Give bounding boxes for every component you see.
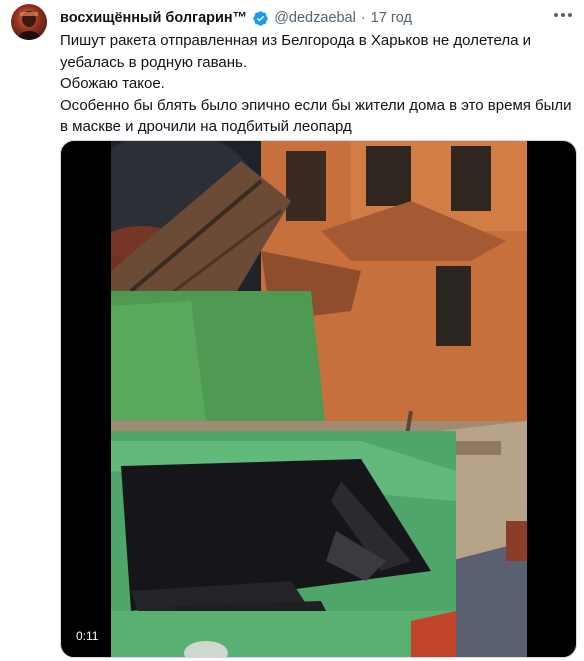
video-frame[interactable]: [111, 141, 527, 657]
video-thumbnail: [111, 141, 527, 657]
avatar-icon: [17, 11, 41, 40]
more-options-icon: [554, 13, 572, 17]
author-handle[interactable]: @dedzaebal: [274, 10, 356, 26]
video-duration: 0:11: [71, 627, 104, 645]
verified-badge-icon: [253, 10, 268, 26]
tweet-line: Пишут ракета отправленная из Белгорода в…: [60, 32, 531, 71]
author-name[interactable]: восхищённый болгарин™: [60, 10, 247, 26]
tweet-line: Особенно бы блять было эпично если бы жи…: [60, 96, 572, 136]
tweet-timestamp[interactable]: 17 год: [371, 10, 412, 26]
video-player[interactable]: 0:11: [60, 140, 577, 658]
tweet-header: восхищённый болгарин™ @dedzaebal · 17 го…: [60, 8, 412, 28]
separator-dot: ·: [360, 10, 366, 26]
tweet-text: Пишут ракета отправленная из Белгорода в…: [60, 30, 575, 138]
tweet[interactable]: восхищённый болгарин™ @dedzaebal · 17 го…: [0, 0, 584, 661]
tweet-line: Обожаю такое.: [60, 75, 165, 92]
more-options-button[interactable]: [552, 6, 574, 24]
avatar[interactable]: [11, 4, 47, 40]
